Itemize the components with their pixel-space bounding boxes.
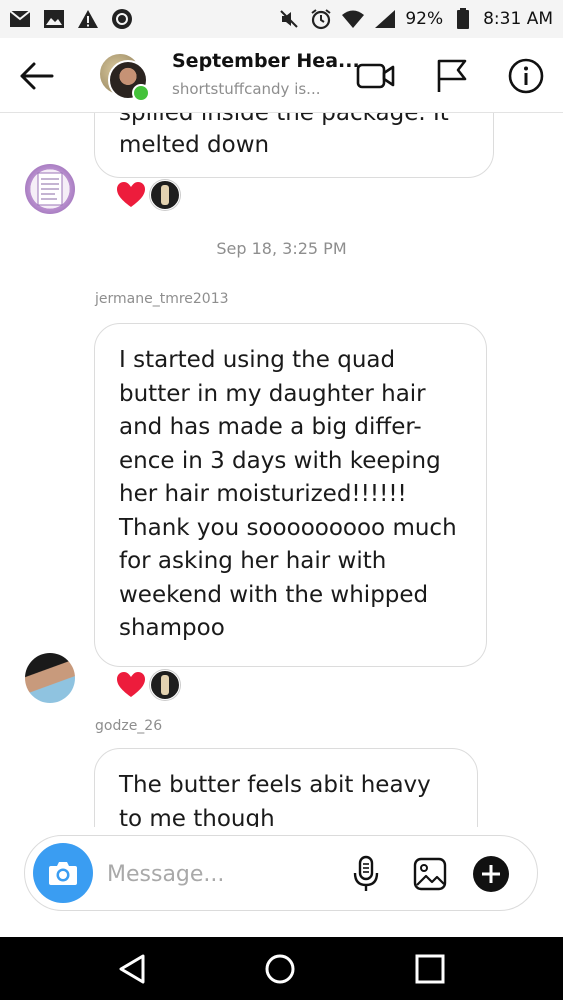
message-timestamp: Sep 18, 3:25 PM	[216, 239, 347, 258]
conversation-subtitle: shortstuffcandy is...	[172, 80, 321, 98]
image-icon	[42, 7, 66, 31]
info-button[interactable]	[506, 56, 546, 96]
conversation-title[interactable]: September Hea...	[172, 50, 360, 72]
camera-icon	[49, 862, 77, 885]
heart-icon	[117, 182, 145, 207]
sender-avatar[interactable]	[25, 653, 75, 703]
battery-icon	[451, 7, 475, 31]
message-line: weekend with the whipped	[119, 581, 429, 608]
microphone-icon	[353, 855, 379, 891]
message-line: and has made a big differ-	[119, 414, 422, 440]
plus-circle-icon	[473, 856, 509, 892]
info-icon	[508, 58, 544, 94]
flag-button[interactable]	[432, 56, 472, 96]
message-bubble[interactable]: spilled inside the package. It melted do…	[94, 112, 494, 178]
message-text: The butter feels abit heavy to me though	[119, 769, 431, 827]
group-avatar[interactable]	[98, 52, 150, 102]
avatar-card-icon	[37, 172, 63, 206]
flag-icon	[437, 59, 467, 92]
message-line: shampoo	[119, 615, 225, 641]
message-reactions[interactable]	[116, 180, 180, 210]
signal-icon	[373, 7, 397, 31]
status-bar: 92% 8:31 AM	[0, 0, 563, 38]
heart-icon	[117, 672, 145, 697]
warning-icon	[76, 7, 100, 31]
square-recents-icon	[415, 954, 445, 984]
message-line: butter in my daughter hair	[119, 380, 426, 407]
message-line: Thank you sooooooooo much	[119, 514, 457, 541]
back-button[interactable]	[16, 56, 56, 96]
message-text: I started using the quad butter in my da…	[119, 344, 457, 646]
circle-home-icon	[265, 954, 295, 984]
camera-button[interactable]	[33, 843, 93, 903]
conversation-header: September Hea... shortstuffcandy is...	[0, 38, 563, 113]
sender-username[interactable]: godze_26	[95, 718, 162, 734]
message-input[interactable]	[105, 856, 359, 892]
sync-icon	[110, 7, 134, 31]
message-text: melted down	[119, 132, 270, 158]
system-navigation-bar	[0, 937, 563, 1000]
video-call-button[interactable]	[356, 56, 396, 96]
message-partial-text: spilled inside the package. It	[119, 112, 449, 126]
battery-percent: 92%	[405, 9, 444, 29]
message-line: The butter feels abit heavy	[119, 772, 431, 798]
triangle-back-icon	[119, 954, 145, 984]
message-thread[interactable]: spilled inside the package. It melted do…	[0, 112, 563, 827]
video-camera-icon	[356, 63, 395, 89]
message-line: I started using the quad	[119, 347, 396, 373]
message-composer	[24, 835, 538, 911]
message-line: her hair moisturized!!!!!!	[119, 481, 407, 507]
sender-avatar[interactable]	[25, 164, 75, 214]
message-bubble[interactable]: I started using the quad butter in my da…	[94, 323, 487, 667]
alarm-icon	[309, 7, 333, 31]
gallery-icon	[413, 857, 447, 891]
mute-icon	[277, 7, 301, 31]
back-arrow-icon	[20, 62, 54, 90]
message-bubble[interactable]: The butter feels abit heavy to me though	[94, 748, 478, 827]
message-reactions[interactable]	[116, 670, 180, 700]
message-line: ence in 3 days with keeping	[119, 447, 441, 474]
more-button[interactable]	[472, 855, 510, 893]
sender-username[interactable]: jermane_tmre2013	[95, 291, 229, 307]
message-line: for asking her hair with	[119, 548, 387, 574]
voice-message-button[interactable]	[347, 855, 385, 893]
reactor-avatar	[150, 670, 180, 700]
gallery-button[interactable]	[411, 855, 449, 893]
clock-time: 8:31 AM	[483, 9, 553, 29]
message-line: to me though	[119, 805, 275, 828]
wifi-icon	[341, 7, 365, 31]
nav-back-button[interactable]	[115, 952, 149, 986]
reactor-avatar	[150, 180, 180, 210]
nav-recents-button[interactable]	[413, 952, 447, 986]
mail-icon	[8, 7, 32, 31]
online-indicator	[132, 84, 150, 102]
nav-home-button[interactable]	[263, 952, 297, 986]
